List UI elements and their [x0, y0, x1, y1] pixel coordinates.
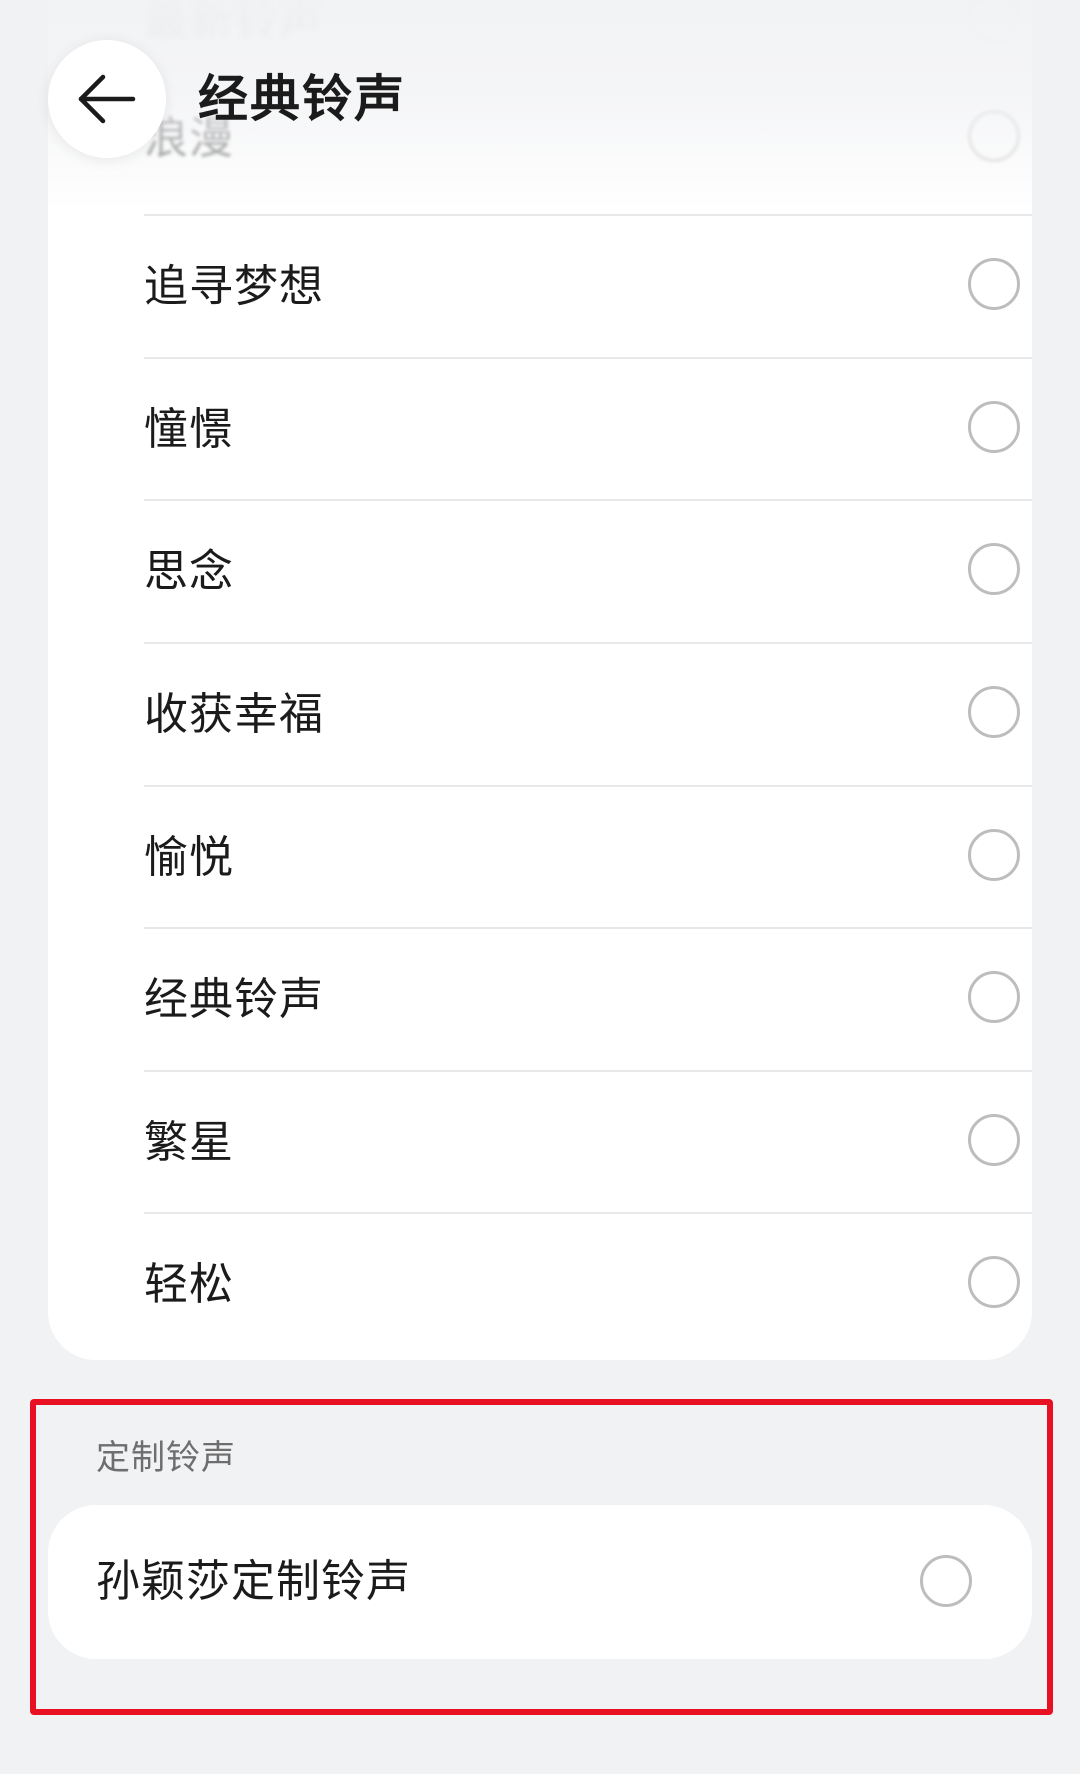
arrow-left-icon — [75, 67, 139, 131]
ringtone-label: 收获幸福 — [144, 689, 324, 740]
radio-button[interactable] — [968, 543, 1020, 595]
ringtone-row[interactable]: 追寻梦想 — [96, 216, 1032, 358]
ringtone-row[interactable]: 经典铃声 — [96, 929, 1032, 1071]
ringtone-label: 愉悦 — [144, 832, 234, 883]
radio-button[interactable] — [968, 110, 1020, 162]
radio-button[interactable] — [968, 1114, 1020, 1166]
radio-button[interactable] — [968, 971, 1020, 1023]
radio-button[interactable] — [968, 686, 1020, 738]
custom-ringtone-row[interactable]: 孙颖莎定制铃声 — [48, 1505, 1032, 1659]
ringtone-label: 思念 — [144, 546, 234, 597]
ringtone-label: 憧憬 — [144, 404, 234, 455]
radio-button[interactable] — [968, 1256, 1020, 1308]
ringtone-row[interactable]: 思念 — [96, 501, 1032, 643]
ringtone-label: 孙颖莎定制铃声 — [96, 1556, 411, 1607]
ringtone-row[interactable]: 憧憬 — [96, 359, 1032, 501]
radio-button[interactable] — [920, 1555, 972, 1607]
ringtone-row[interactable]: 繁星 — [96, 1072, 1032, 1214]
page-title: 经典铃声 — [198, 70, 406, 128]
radio-button[interactable] — [968, 258, 1020, 310]
radio-button[interactable] — [968, 401, 1020, 453]
ringtone-row[interactable]: 收获幸福 — [96, 644, 1032, 786]
ringtone-label: 轻松 — [144, 1259, 234, 1310]
ringtone-row[interactable]: 愉悦 — [96, 787, 1032, 929]
ringtone-list-card: 最新铃声 浪漫 追寻梦想 憧憬 思念 收获幸福 愉悦 经典铃声 繁星 轻松 — [48, 0, 1032, 1360]
ringtone-row[interactable]: 轻松 — [96, 1214, 1032, 1356]
radio-button[interactable] — [968, 0, 1020, 44]
section-header: 定制铃声 — [96, 1438, 236, 1478]
back-button[interactable] — [48, 40, 166, 158]
ringtone-label: 繁星 — [144, 1117, 234, 1168]
ringtone-label: 追寻梦想 — [144, 261, 324, 312]
ringtone-label: 经典铃声 — [144, 974, 324, 1025]
radio-button[interactable] — [968, 829, 1020, 881]
